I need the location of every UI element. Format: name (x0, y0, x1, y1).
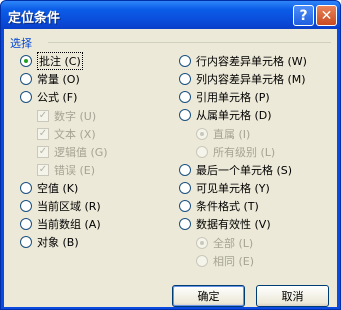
checkbox-errors[interactable]: ✓ (37, 164, 49, 176)
option-validation-same[interactable]: 相同 (E) (196, 253, 254, 269)
option-all-levels-label: 所有级别 (L) (213, 146, 276, 159)
option-data-validation-label: 数据有效性 (V) (196, 218, 271, 231)
option-formulas[interactable]: 公式 (F) (20, 89, 77, 105)
radio-column-differences[interactable] (179, 73, 191, 85)
option-column-differences-label: 列内容差异单元格 (M) (196, 73, 306, 86)
go-to-special-dialog: 定位条件 ? ✕ 选择 批注 (C) 常量 (O) 公式 (F) ✓ 数字 (U… (0, 0, 341, 310)
dialog-title: 定位条件 (8, 11, 61, 26)
option-current-region-label: 当前区域 (R) (37, 200, 101, 213)
close-button[interactable]: ✕ (316, 5, 337, 26)
option-current-array[interactable]: 当前数组 (A) (20, 216, 101, 232)
option-validation-all[interactable]: 全部 (L) (196, 235, 253, 251)
radio-last-cell[interactable] (179, 164, 191, 176)
option-row-differences-label: 行内容差异单元格 (W) (196, 55, 307, 68)
option-column-differences[interactable]: 列内容差异单元格 (M) (179, 71, 306, 87)
option-precedents[interactable]: 引用单元格 (P) (179, 89, 270, 105)
option-conditional-formats-label: 条件格式 (T) (196, 200, 259, 213)
help-button[interactable]: ? (293, 5, 314, 26)
option-current-region[interactable]: 当前区域 (R) (20, 198, 101, 214)
option-visible-cells[interactable]: 可见单元格 (Y) (179, 180, 270, 196)
option-logicals[interactable]: ✓ 逻辑值 (G) (37, 144, 108, 160)
option-blanks[interactable]: 空值 (K) (20, 180, 78, 196)
option-data-validation[interactable]: 数据有效性 (V) (179, 216, 271, 232)
cancel-button[interactable]: 取消 (256, 285, 329, 307)
option-comments[interactable]: 批注 (C) (20, 52, 83, 70)
option-errors-label: 错误 (E) (54, 164, 96, 177)
option-formulas-label: 公式 (F) (37, 91, 78, 104)
dialog-body: 选择 批注 (C) 常量 (O) 公式 (F) ✓ 数字 (U) ✓ 文本 (X… (4, 29, 337, 307)
radio-validation-all[interactable] (196, 237, 208, 249)
option-comments-label: 批注 (C) (37, 52, 83, 70)
select-group-label: 选择 (10, 37, 32, 50)
option-row-differences[interactable]: 行内容差异单元格 (W) (179, 53, 307, 69)
option-text[interactable]: ✓ 文本 (X) (37, 126, 96, 142)
option-objects-label: 对象 (B) (37, 236, 79, 249)
option-numbers[interactable]: ✓ 数字 (U) (37, 108, 96, 124)
radio-visible-cells[interactable] (179, 182, 191, 194)
option-current-array-label: 当前数组 (A) (37, 218, 101, 231)
radio-objects[interactable] (20, 236, 32, 248)
option-numbers-label: 数字 (U) (54, 110, 97, 123)
option-errors[interactable]: ✓ 错误 (E) (37, 162, 95, 178)
option-constants[interactable]: 常量 (O) (20, 71, 80, 87)
checkbox-text[interactable]: ✓ (37, 128, 49, 140)
option-all-levels[interactable]: 所有级别 (L) (196, 144, 275, 160)
option-validation-same-label: 相同 (E) (213, 255, 255, 268)
radio-comments[interactable] (20, 55, 32, 67)
option-direct-only[interactable]: 直属 (I) (196, 126, 250, 142)
radio-conditional-formats[interactable] (179, 200, 191, 212)
radio-validation-same[interactable] (196, 255, 208, 267)
option-direct-only-label: 直属 (I) (213, 128, 251, 141)
radio-row-differences[interactable] (179, 55, 191, 67)
option-last-cell[interactable]: 最后一个单元格 (S) (179, 162, 292, 178)
option-constants-label: 常量 (O) (37, 73, 80, 86)
radio-all-levels[interactable] (196, 146, 208, 158)
option-objects[interactable]: 对象 (B) (20, 234, 79, 250)
title-bar[interactable]: 定位条件 ? ✕ (1, 1, 340, 29)
checkbox-logicals[interactable]: ✓ (37, 146, 49, 158)
ok-button[interactable]: 确定 (172, 285, 245, 307)
radio-dependents[interactable] (179, 109, 191, 121)
radio-direct-only[interactable] (196, 128, 208, 140)
option-conditional-formats[interactable]: 条件格式 (T) (179, 198, 259, 214)
radio-current-region[interactable] (20, 200, 32, 212)
radio-constants[interactable] (20, 73, 32, 85)
option-blanks-label: 空值 (K) (37, 182, 79, 195)
radio-precedents[interactable] (179, 91, 191, 103)
option-precedents-label: 引用单元格 (P) (196, 91, 270, 104)
group-divider (48, 42, 331, 43)
checkbox-numbers[interactable]: ✓ (37, 110, 49, 122)
option-visible-cells-label: 可见单元格 (Y) (196, 182, 270, 195)
radio-current-array[interactable] (20, 218, 32, 230)
option-validation-all-label: 全部 (L) (213, 237, 254, 250)
option-text-label: 文本 (X) (54, 128, 96, 141)
option-dependents-label: 从属单元格 (D) (196, 109, 272, 122)
option-dependents[interactable]: 从属单元格 (D) (179, 107, 272, 123)
option-logicals-label: 逻辑值 (G) (54, 146, 108, 159)
radio-blanks[interactable] (20, 182, 32, 194)
option-last-cell-label: 最后一个单元格 (S) (196, 164, 293, 177)
radio-formulas[interactable] (20, 91, 32, 103)
radio-data-validation[interactable] (179, 218, 191, 230)
